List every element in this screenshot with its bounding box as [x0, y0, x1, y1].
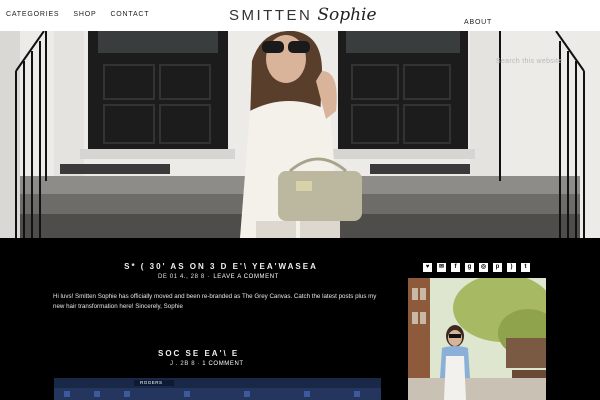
- post-title[interactable]: S* ( 30' AS ON 3 D E'\ YEA'WASEA: [88, 262, 354, 271]
- logo-script: Sophie: [317, 5, 377, 25]
- logo-wordmark: SMITTEN: [229, 6, 313, 24]
- nav-categories[interactable]: CATEGORIES: [6, 11, 59, 19]
- nav-about[interactable]: ABOUT: [464, 19, 492, 26]
- leave-comment-link[interactable]: LEAVE A COMMENT: [213, 274, 279, 280]
- google-plus-icon[interactable]: g: [465, 263, 474, 272]
- nav-contact[interactable]: CONTACT: [110, 11, 149, 19]
- site-logo[interactable]: SMITTEN Sophie: [229, 3, 377, 27]
- twitter-icon[interactable]: t: [521, 263, 530, 272]
- social-icons: ♥ ✉ f g ◎ p ) t: [423, 263, 535, 272]
- site-header: CATEGORIES SHOP CONTACT SMITTEN Sophie A…: [0, 0, 600, 32]
- post-featured-image[interactable]: ROGERS: [54, 378, 381, 400]
- secondary-nav: ABOUT: [464, 11, 506, 29]
- comment-count-link[interactable]: 1 COMMENT: [202, 361, 243, 367]
- post-excerpt: Hi luvs! Smitten Sophie has officially m…: [53, 293, 377, 310]
- post-title[interactable]: SOC SE EA'\ E: [158, 349, 239, 358]
- email-icon[interactable]: ✉: [437, 263, 446, 272]
- stadium-photo: [54, 378, 381, 400]
- sidebar-image: [408, 278, 546, 400]
- banner-text: ROGERS: [140, 380, 163, 385]
- search-input[interactable]: Search this website: [496, 58, 562, 65]
- meta-separator: ·: [207, 274, 211, 280]
- post-meta: J . 2B 8 · 1 COMMENT: [170, 361, 244, 367]
- heart-icon[interactable]: ♥: [423, 263, 432, 272]
- post-meta: DE 01 4., 28 8 · LEAVE A COMMENT: [158, 274, 279, 280]
- post-date: DE 01 4., 28 8: [158, 274, 205, 280]
- pinterest-icon[interactable]: p: [493, 263, 502, 272]
- post-date: J . 2B 8: [170, 361, 196, 367]
- sidebar-photo[interactable]: [408, 278, 546, 400]
- nav-shop[interactable]: SHOP: [73, 11, 96, 19]
- facebook-icon[interactable]: f: [451, 263, 460, 272]
- rss-icon[interactable]: ): [507, 263, 516, 272]
- instagram-icon[interactable]: ◎: [479, 263, 488, 272]
- primary-nav: CATEGORIES SHOP CONTACT: [6, 11, 163, 19]
- hero-image: Search this website: [0, 31, 600, 238]
